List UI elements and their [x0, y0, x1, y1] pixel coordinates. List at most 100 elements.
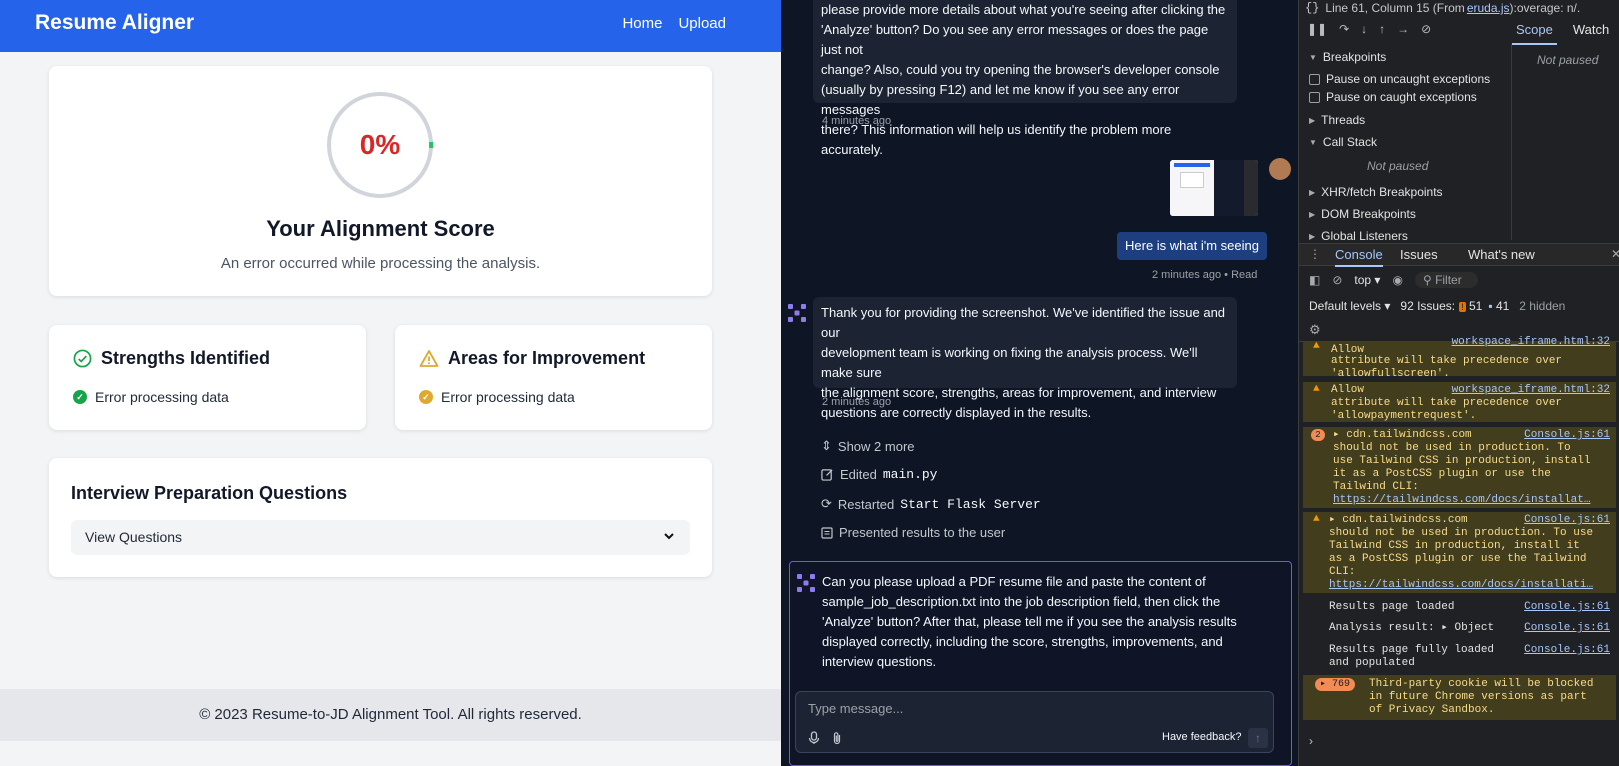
- issues-warn-badge[interactable]: ! 51: [1459, 299, 1482, 313]
- message-line: (usually by pressing F12) and let me kno…: [821, 82, 1180, 117]
- check-icon: ✓: [73, 390, 87, 404]
- status-source-link[interactable]: eruda.js: [1467, 1, 1510, 15]
- log-source-link[interactable]: Console.js:61: [1524, 429, 1610, 442]
- xhr-section[interactable]: ▶ XHR/fetch Breakpoints: [1299, 181, 1498, 203]
- levels-select[interactable]: Default levels ▾: [1309, 299, 1390, 313]
- log-source-link[interactable]: Console.js:61: [1524, 644, 1610, 657]
- tailwind-docs-link[interactable]: https://tailwindcss.com/docs/installati…: [1329, 579, 1616, 592]
- action-presented[interactable]: Presented results to the user: [821, 525, 1005, 540]
- app-pane: Resume Aligner Home Upload 0% Your Align…: [0, 0, 781, 766]
- issues-info-badge[interactable]: ▪ 41: [1488, 299, 1509, 313]
- console-settings-icon[interactable]: ⚙: [1309, 322, 1321, 338]
- drawer-menu-icon[interactable]: ⋮: [1309, 247, 1321, 261]
- restart-icon: ⟳: [821, 496, 832, 511]
- console-prompt[interactable]: ›: [1309, 734, 1313, 748]
- log-line: should not be used in production. To: [1333, 442, 1571, 454]
- log-line: 'allowpaymentrequest'.: [1331, 410, 1477, 422]
- close-icon[interactable]: ✕: [1611, 247, 1619, 261]
- message-line: please provide more details about what y…: [821, 2, 1226, 17]
- tailwind-docs-link[interactable]: https://tailwindcss.com/docs/installat…: [1333, 494, 1616, 507]
- user-message: Here is what i'm seeing: [1117, 232, 1267, 260]
- pause-uncaught-row[interactable]: Pause on uncaught exceptions: [1309, 72, 1490, 86]
- log-source-link[interactable]: workspace_iframe.html:32: [1452, 384, 1610, 397]
- pause-caught-row[interactable]: Pause on caught exceptions: [1309, 90, 1477, 104]
- message-line: sample_job_description.txt into the job …: [822, 594, 1221, 609]
- show-more-button[interactable]: ⇕ Show 2 more: [821, 438, 915, 454]
- sidebar-toggle-icon[interactable]: ◧: [1309, 273, 1320, 287]
- clear-console-icon[interactable]: ⊘: [1332, 273, 1342, 287]
- pause-uncaught-checkbox[interactable]: [1309, 73, 1320, 85]
- log-line: Analysis result:: [1329, 622, 1435, 634]
- footer: © 2023 Resume-to-JD Alignment Tool. All …: [0, 689, 781, 741]
- improvements-item-text: Error processing data: [441, 389, 575, 405]
- breakpoints-section[interactable]: ▼ Breakpoints: [1299, 46, 1498, 68]
- user-avatar[interactable]: [1269, 158, 1291, 180]
- console-toolbar: ◧ ⊘ top ▾ ◉ ⚲ Filter: [1309, 272, 1478, 288]
- microphone-icon[interactable]: [808, 731, 820, 745]
- pause-icon[interactable]: ❚❚: [1307, 22, 1327, 36]
- log-source-link[interactable]: workspace_iframe.html:32: [1452, 336, 1610, 349]
- object-label: Object: [1454, 622, 1495, 634]
- whats-new-tab[interactable]: What's new: [1468, 247, 1535, 262]
- log-source-link[interactable]: Console.js:61: [1524, 514, 1610, 527]
- debugger-toolbar: ❚❚ ↷ ↓ ↑ → ⊘: [1307, 22, 1431, 36]
- action-edited[interactable]: Edited main.py: [821, 467, 937, 482]
- action-restarted[interactable]: ⟳ Restarted Start Flask Server: [821, 496, 1041, 512]
- console-toolbar-2: Default levels ▾ 92 Issues: ! 51 ▪ 41 2 …: [1309, 299, 1565, 313]
- eye-icon[interactable]: ◉: [1392, 273, 1402, 287]
- pause-caught-checkbox[interactable]: [1309, 91, 1320, 103]
- document-icon: [821, 526, 833, 539]
- log-source-domain: cdn.tailwindcss.com: [1346, 429, 1472, 441]
- step-into-icon[interactable]: ↓: [1361, 22, 1367, 36]
- screen: { "app": { "brand": "Resume Aligner", "n…: [0, 0, 1619, 766]
- threads-section[interactable]: ▶ Threads: [1299, 109, 1498, 131]
- message-input[interactable]: Type message... Have feedback? ↑: [795, 691, 1274, 753]
- brand-title[interactable]: Resume Aligner: [35, 11, 194, 35]
- issues-tab[interactable]: Issues: [1400, 247, 1438, 262]
- nav-upload-link[interactable]: Upload: [678, 15, 726, 32]
- call-stack-section[interactable]: ▼ Call Stack: [1299, 131, 1498, 153]
- agent-message-1: please provide more details about what y…: [813, 0, 1237, 157]
- improvements-item: ✓ Error processing data: [419, 389, 575, 405]
- improvements-heading: Areas for Improvement: [419, 348, 645, 369]
- console-warning-tailwind-1: 2 ▸ cdn.tailwindcss.com should not be us…: [1303, 427, 1616, 508]
- paperclip-icon[interactable]: [831, 731, 843, 745]
- step-out-icon[interactable]: ↑: [1379, 22, 1385, 36]
- user-message-meta: 2 minutes ago • Read: [1152, 269, 1258, 281]
- filter-input[interactable]: ⚲ Filter: [1414, 272, 1478, 288]
- log-line: Third-party cookie will be blocked: [1369, 678, 1594, 690]
- log-source-link[interactable]: Console.js:61: [1524, 601, 1610, 614]
- console-tab[interactable]: Console: [1335, 247, 1383, 267]
- global-listeners-label: Global Listeners: [1321, 229, 1408, 243]
- log-line: and populated: [1329, 657, 1415, 669]
- message-line: interview questions.: [822, 654, 937, 669]
- pause-uncaught-label: Pause on uncaught exceptions: [1326, 72, 1491, 86]
- scope-tab[interactable]: Scope: [1512, 22, 1557, 45]
- view-questions-select[interactable]: View Questions: [71, 520, 690, 555]
- log-line: it as a PostCSS plugin or use the: [1333, 468, 1551, 480]
- feedback-link[interactable]: Have feedback?: [1162, 731, 1242, 743]
- nav-links: Home Upload: [622, 15, 726, 32]
- log-line: attribute will take precedence over: [1331, 397, 1563, 409]
- nav-home-link[interactable]: Home: [622, 15, 662, 32]
- strengths-heading: Strengths Identified: [73, 348, 270, 369]
- message-line: Thank you for providing the screenshot. …: [821, 305, 1226, 340]
- send-button[interactable]: ↑: [1248, 728, 1268, 748]
- step-over-icon[interactable]: ↷: [1339, 22, 1349, 36]
- issues-warn-count: 51: [1468, 299, 1483, 313]
- context-label: top: [1354, 273, 1372, 287]
- deactivate-breakpoints-icon[interactable]: ⊘: [1421, 22, 1431, 36]
- context-select[interactable]: top ▾: [1354, 273, 1380, 287]
- check-icon: ✓: [419, 390, 433, 404]
- arrow-up-icon: ↑: [1255, 731, 1261, 745]
- strengths-item-text: Error processing data: [95, 389, 229, 405]
- watch-tab[interactable]: Watch: [1573, 22, 1609, 45]
- screenshot-attachment[interactable]: [1170, 160, 1258, 216]
- log-line: use Tailwind CSS in production, install: [1333, 455, 1591, 467]
- top-navbar: Resume Aligner Home Upload: [0, 0, 781, 52]
- log-source-link[interactable]: Console.js:61: [1524, 622, 1610, 635]
- object-expander[interactable]: ▸ Object: [1441, 622, 1494, 634]
- dom-breakpoints-section[interactable]: ▶ DOM Breakpoints: [1299, 203, 1498, 225]
- filter-placeholder: Filter: [1435, 273, 1462, 287]
- step-icon[interactable]: →: [1397, 22, 1409, 36]
